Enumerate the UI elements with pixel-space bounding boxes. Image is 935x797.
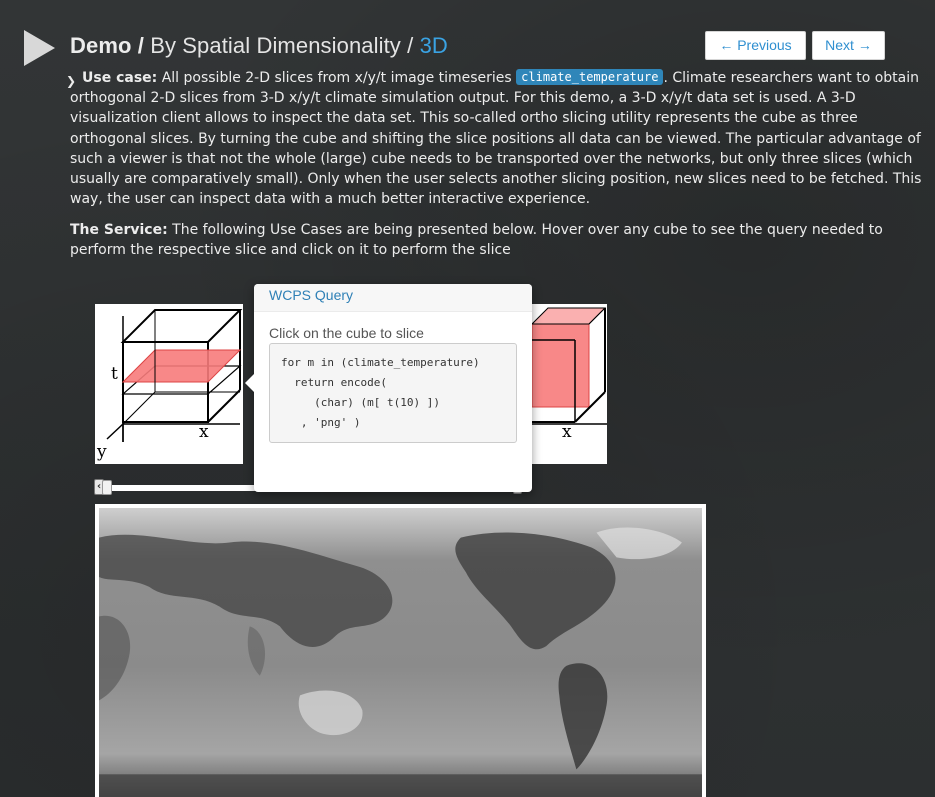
page-title: Demo / By Spatial Dimensionality / 3D: [70, 33, 448, 59]
axis-x-label: x: [199, 422, 209, 442]
service-heading: The Service:: [70, 222, 168, 238]
slider-handle[interactable]: [102, 480, 112, 495]
popover-content: Click on the cube to slice for m in (cli…: [254, 312, 532, 456]
cube-slice-t[interactable]: t x y: [95, 304, 243, 464]
use-case-description: ❯ Use case: All possible 2-D slices from…: [66, 68, 930, 209]
service-description: The Service: The following Use Cases are…: [70, 220, 930, 260]
cube-t-diagram[interactable]: t x y: [95, 304, 243, 464]
popover-title: WCPS Query: [254, 284, 532, 312]
climate-slice-image: [99, 508, 702, 797]
cube-slice-y[interactable]: x: [530, 304, 607, 464]
use-case-intro: All possible 2-D slices from x/y/t image…: [161, 70, 512, 86]
breadcrumb-current: 3D: [419, 33, 448, 58]
cube-y-diagram[interactable]: x: [530, 304, 607, 464]
slice-result-frame: [95, 504, 706, 797]
play-icon[interactable]: [24, 30, 55, 66]
popover-arrow: [245, 374, 254, 392]
coverage-badge: climate_temperature: [516, 69, 664, 85]
axis-y-label: y: [96, 442, 107, 462]
use-case-heading: Use case:: [82, 70, 158, 86]
breadcrumb-separator-2: /: [407, 33, 414, 58]
demo-label: Demo: [70, 33, 132, 58]
next-button[interactable]: Next →: [812, 31, 885, 60]
axis-t-label: t: [111, 364, 118, 384]
popover-hint: Click on the cube to slice: [269, 325, 424, 341]
chevron-right-icon[interactable]: ❯: [66, 71, 76, 91]
previous-button[interactable]: ← Previous: [705, 31, 806, 60]
axis-x-label-right: x: [562, 422, 572, 442]
breadcrumb-category[interactable]: By Spatial Dimensionality: [150, 33, 401, 58]
use-case-body: . Climate researchers want to obtain ort…: [70, 70, 922, 208]
wcps-query-code: for m in (climate_temperature) return en…: [269, 343, 517, 443]
service-body: The following Use Cases are being presen…: [70, 222, 883, 259]
breadcrumb-separator: /: [137, 33, 144, 58]
wcps-query-popover: WCPS Query Click on the cube to slice fo…: [245, 284, 532, 492]
